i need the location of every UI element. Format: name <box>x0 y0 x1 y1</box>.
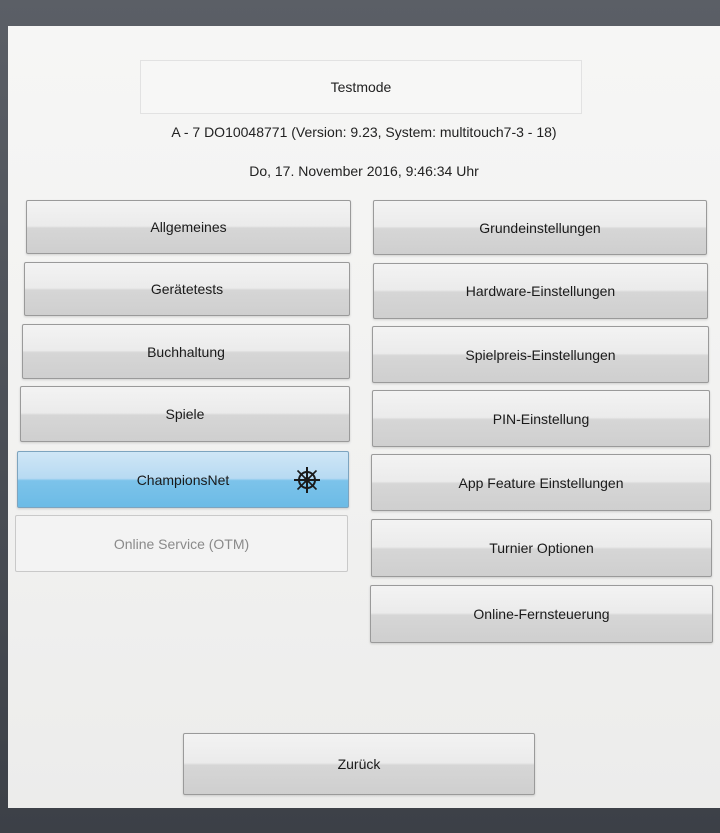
datetime: Do, 17. November 2016, 9:46:34 Uhr <box>249 163 479 179</box>
hardware-einstellungen-button[interactable]: Hardware-Einstellungen <box>373 263 708 319</box>
allgemeines-label: Allgemeines <box>150 219 227 235</box>
grundeinstellungen-button[interactable]: Grundeinstellungen <box>373 200 707 255</box>
championsnet-label: ChampionsNet <box>136 471 230 488</box>
turnier-optionen-label: Turnier Optionen <box>489 540 594 556</box>
online-fernsteuerung-button[interactable]: Online-Fernsteuerung <box>370 585 713 643</box>
buchhaltung-button[interactable]: Buchhaltung <box>22 324 350 379</box>
online-service-label: Online Service (OTM) <box>113 535 250 552</box>
page-title-box: Testmode <box>140 60 582 114</box>
geraetetests-label: Gerätetests <box>150 281 224 297</box>
app-feature-einstellungen-label: App Feature Einstellungen <box>458 474 624 491</box>
app-feature-einstellungen-button[interactable]: App Feature Einstellungen <box>371 454 711 511</box>
spielpreis-einstellungen-label: Spielpreis-Einstellungen <box>465 346 616 363</box>
pin-einstellung-label: PIN-Einstellung <box>492 410 590 427</box>
spiele-label: Spiele <box>165 406 205 422</box>
back-label: Zurück <box>337 756 381 772</box>
online-fernsteuerung-label: Online-Fernsteuerung <box>473 606 610 622</box>
online-service-button: Online Service (OTM) <box>15 515 348 572</box>
hardware-einstellungen-label: Hardware-Einstellungen <box>465 283 616 299</box>
spiele-button[interactable]: Spiele <box>20 386 350 442</box>
allgemeines-button[interactable]: Allgemeines <box>26 200 351 254</box>
buchhaltung-label: Buchhaltung <box>147 343 225 360</box>
device-info: A - 7 DO10048771 (Version: 9.23, System:… <box>171 124 557 140</box>
testmode-screen: Testmode A - 7 DO10048771 (Version: 9.23… <box>8 26 720 808</box>
spielpreis-einstellungen-button[interactable]: Spielpreis-Einstellungen <box>372 326 709 383</box>
grundeinstellungen-label: Grundeinstellungen <box>479 219 601 236</box>
ship-wheel-icon <box>294 466 320 493</box>
pin-einstellung-button[interactable]: PIN-Einstellung <box>372 390 710 447</box>
page-title: Testmode <box>330 79 392 95</box>
back-button[interactable]: Zurück <box>183 733 535 795</box>
turnier-optionen-button[interactable]: Turnier Optionen <box>371 519 712 577</box>
geraetetests-button[interactable]: Gerätetests <box>24 262 350 316</box>
championsnet-button[interactable]: ChampionsNet <box>17 451 349 508</box>
